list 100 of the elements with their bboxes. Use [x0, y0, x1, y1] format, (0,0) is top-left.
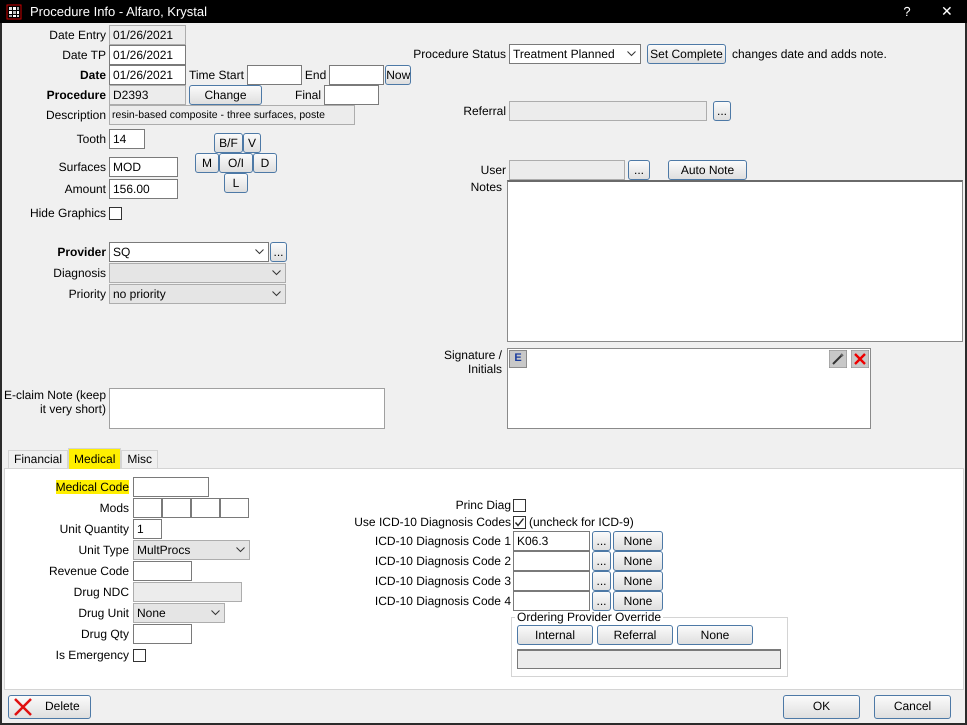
text-area[interactable] [109, 388, 385, 429]
input-field[interactable]: 01/26/2021 [109, 25, 186, 45]
chevron-down-icon [211, 610, 220, 616]
ok-button[interactable]: OK [783, 694, 860, 718]
input-field[interactable] [517, 649, 781, 670]
input-field[interactable] [191, 498, 220, 518]
dropdown[interactable]: Treatment Planned [509, 44, 641, 64]
input-field[interactable] [133, 498, 162, 518]
field-label: Provider [56, 244, 107, 260]
field-label: Drug NDC [72, 584, 130, 600]
none-button[interactable]: None [613, 551, 663, 571]
none-button[interactable]: None [613, 591, 663, 611]
input-field[interactable]: 1 [133, 519, 162, 539]
chevron-down-icon [272, 270, 281, 276]
checkbox[interactable] [109, 206, 122, 220]
field-label: Princ Diag [454, 498, 512, 512]
input-field[interactable] [246, 65, 302, 85]
input-field[interactable] [329, 65, 384, 85]
input-field[interactable] [513, 591, 590, 611]
cancel-button[interactable]: Cancel [874, 694, 951, 718]
field-label: Signature / Initials [442, 348, 503, 377]
surface-button[interactable]: O/I [219, 153, 253, 173]
browse-button[interactable]: ... [628, 160, 650, 180]
close-button[interactable]: ✕ [927, 3, 967, 20]
surface-button[interactable]: V [243, 133, 261, 153]
input-field[interactable] [133, 477, 209, 497]
hint-text: changes date and adds note. [732, 46, 887, 62]
field-label: ICD-10 Diagnosis Code 1 [374, 534, 512, 548]
tab[interactable]: Medical [68, 448, 122, 469]
input-field[interactable] [220, 498, 249, 518]
field-label: Hide Graphics [28, 206, 107, 220]
input-field[interactable]: 01/26/2021 [109, 45, 186, 65]
field-label: ICD-10 Diagnosis Code 2 [374, 554, 512, 568]
field-label: ICD-10 Diagnosis Code 3 [374, 574, 512, 588]
input-field[interactable] [162, 498, 191, 518]
field-label: Tooth [76, 132, 107, 146]
checkbox[interactable] [133, 648, 146, 662]
input-field[interactable] [513, 571, 590, 591]
notes-field[interactable] [507, 180, 963, 342]
app-icon [6, 4, 22, 20]
checkbox[interactable] [513, 516, 526, 528]
browse-button[interactable]: ... [592, 571, 611, 591]
field-label: Procedure Status [412, 46, 507, 62]
field-label: Procedure [46, 88, 107, 102]
input-field[interactable]: D2393 [109, 85, 186, 105]
field-label: Drug Unit [77, 606, 130, 620]
field-label: Diagnosis [52, 266, 107, 280]
input-field[interactable]: resin-based composite - three surfaces, poste [109, 105, 355, 125]
input-field[interactable]: 01/26/2021 [109, 65, 186, 85]
tab[interactable]: Misc [121, 450, 158, 468]
input-field[interactable] [133, 561, 192, 581]
input-field[interactable] [133, 582, 242, 602]
set-complete-button[interactable]: Set Complete [647, 44, 726, 64]
field-label: Date Entry [48, 28, 107, 42]
tab[interactable]: Financial [8, 450, 68, 468]
surface-button[interactable]: D [253, 153, 277, 173]
input-field[interactable] [509, 101, 707, 121]
override-button[interactable]: Referral [597, 625, 673, 646]
override-button[interactable]: None [677, 625, 753, 646]
dropdown[interactable]: MultProcs [133, 540, 250, 560]
field-label: Date [78, 68, 107, 82]
e-button[interactable]: E [509, 350, 527, 368]
browse-button[interactable]: ... [713, 101, 731, 121]
input-field[interactable]: K06.3 [513, 531, 590, 551]
delete-button[interactable]: Delete [8, 694, 91, 718]
browse-button[interactable]: ... [592, 551, 611, 571]
input-field[interactable] [324, 85, 380, 105]
browse-button[interactable]: ... [592, 531, 611, 551]
input-field[interactable] [513, 551, 590, 571]
field-label: Notes [470, 180, 503, 194]
surface-button[interactable]: B/F [214, 133, 243, 153]
field-label: Medical Code [56, 480, 129, 494]
surface-button[interactable]: L [224, 173, 248, 193]
browse-button[interactable]: ... [270, 242, 287, 262]
field-label: Final [294, 88, 322, 102]
dropdown[interactable]: None [133, 603, 225, 623]
field-label: Date TP [61, 48, 107, 62]
none-button[interactable]: None [613, 571, 663, 591]
input-field[interactable]: 156.00 [109, 179, 178, 199]
help-button[interactable]: ? [887, 4, 927, 20]
input-field[interactable] [133, 624, 192, 644]
change-button[interactable]: Change [189, 85, 262, 105]
field-label: Mods [98, 500, 130, 516]
input-field[interactable] [509, 160, 625, 180]
chevron-down-icon [272, 291, 281, 297]
pen-icon [829, 350, 847, 368]
override-button[interactable]: Internal [517, 625, 593, 646]
auto-note-button[interactable]: Auto Note [668, 160, 747, 180]
field-label: Revenue Code [48, 564, 130, 578]
signature-box[interactable]: E [507, 348, 871, 429]
input-field[interactable]: MOD [109, 157, 178, 177]
dropdown[interactable]: SQ [109, 242, 269, 262]
none-button[interactable]: None [613, 531, 663, 551]
delete-x-icon [13, 698, 33, 716]
checkbox[interactable] [513, 498, 526, 512]
input-field[interactable]: 14 [109, 129, 145, 149]
field-label: User [480, 162, 507, 178]
surface-button[interactable]: M [195, 153, 219, 173]
browse-button[interactable]: ... [592, 591, 611, 611]
dropdown[interactable]: no priority [109, 284, 286, 304]
